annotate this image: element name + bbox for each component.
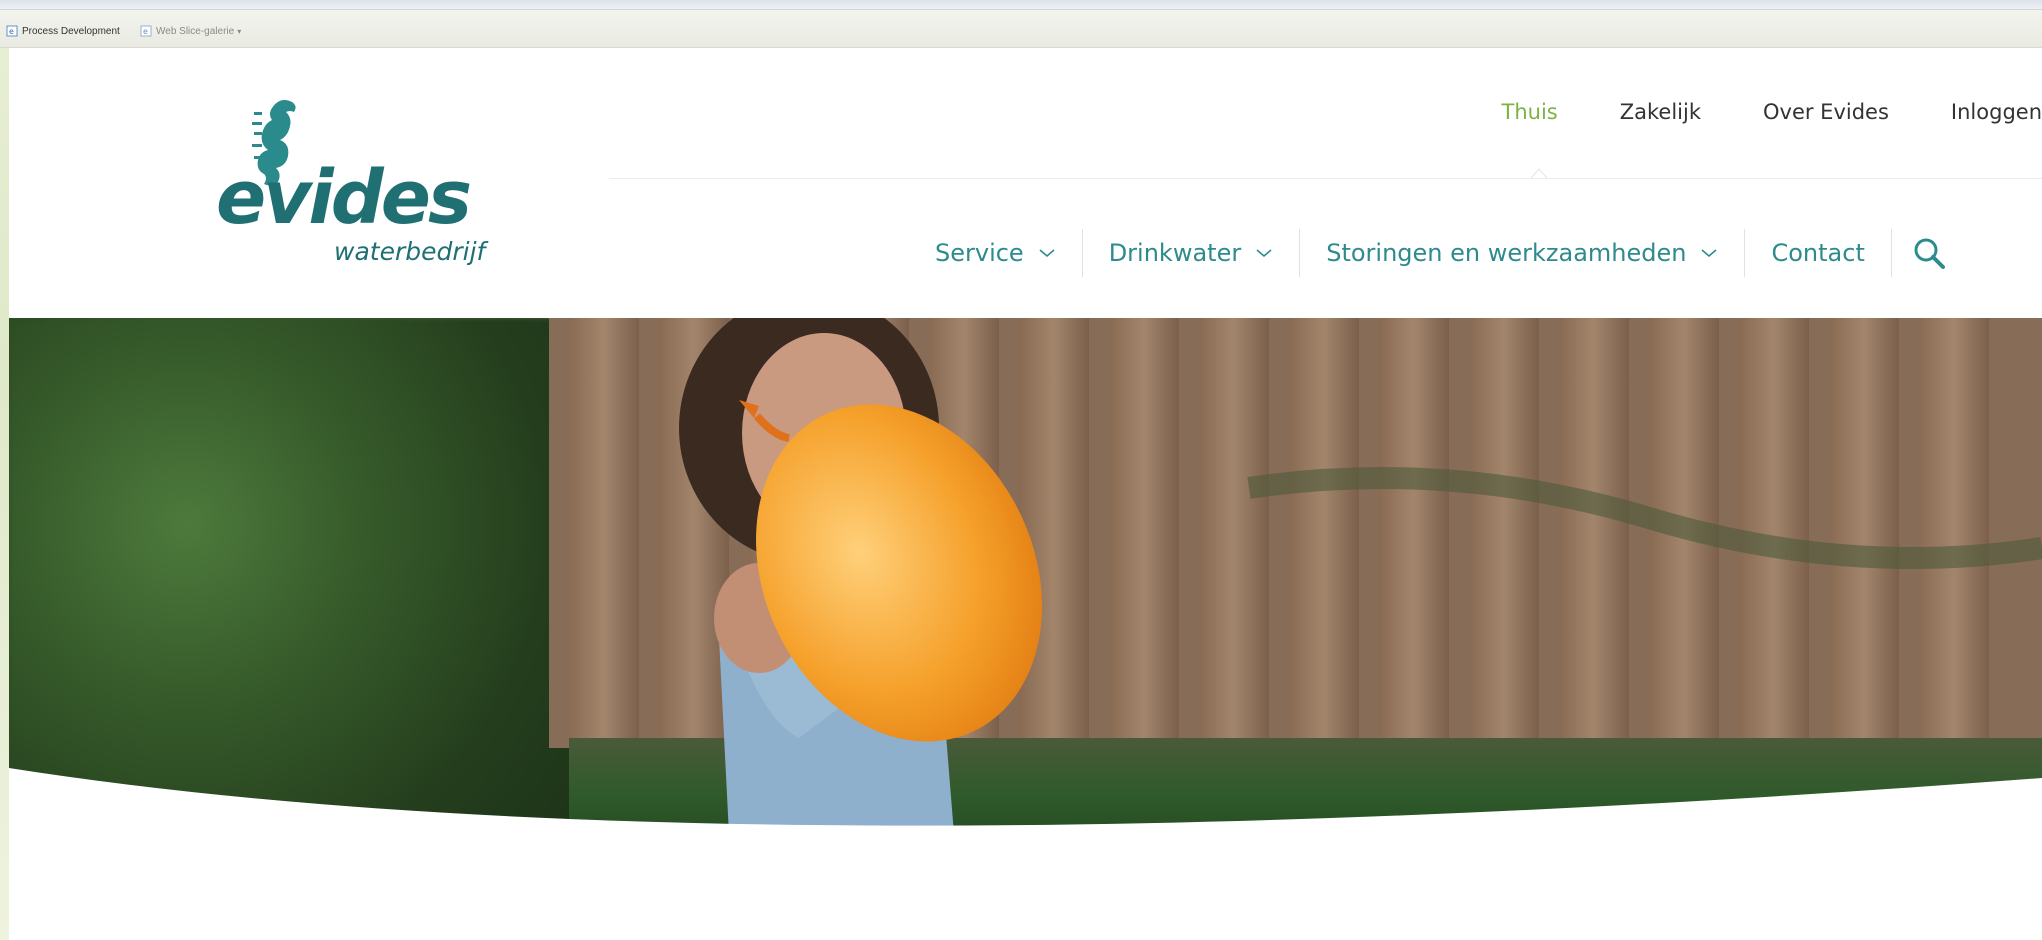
main-nav-label: Contact [1771,239,1865,267]
main-nav-storingen[interactable]: Storingen en werkzaamheden [1300,239,1744,267]
nav-separator [1890,229,1892,277]
ie-page-icon: e [6,25,18,37]
main-navigation: Service Drinkwater Storingen en werkzaam… [909,229,1946,277]
ie-page-icon: e [140,25,152,37]
svg-text:e: e [143,27,148,36]
dropdown-caret-icon: ▾ [237,26,242,36]
main-nav-contact[interactable]: Contact [1745,239,1890,267]
browser-toolbar-edge [0,0,2042,10]
active-indicator-icon [1530,168,1548,179]
logo-brand: evides [216,155,472,241]
top-nav-thuis[interactable]: Thuis [1502,100,1558,130]
top-nav-divider [609,178,2042,179]
chevron-down-icon [1256,249,1272,258]
favorite-label: Process Development [22,25,120,37]
main-nav-label: Storingen en werkzaamheden [1326,239,1687,267]
main-nav-label: Service [935,239,1024,267]
top-nav-zakelijk[interactable]: Zakelijk [1620,100,1701,130]
search-icon[interactable] [1912,236,1946,270]
svg-text:e: e [9,27,14,36]
favorite-label: Web Slice-galerie [156,25,235,37]
main-nav-label: Drinkwater [1108,239,1242,267]
logo-tagline: waterbedrijf [334,237,486,266]
top-navigation: Thuis Zakelijk Over Evides Inloggen [1502,100,2042,130]
desktop-edge [0,0,9,940]
evides-logo[interactable]: evides waterbedrijf [214,88,534,268]
top-nav-inloggen[interactable]: Inloggen [1951,100,2042,130]
top-nav-over-evides[interactable]: Over Evides [1763,100,1889,130]
browser-favorites-bar: e Process Development e Web Slice-galeri… [0,0,2042,48]
site-header: evides waterbedrijf Thuis Zakelijk Over … [9,48,2042,317]
chevron-down-icon [1701,249,1718,258]
chevron-down-icon [1039,249,1055,258]
main-nav-drinkwater[interactable]: Drinkwater [1083,239,1300,267]
favorite-process-development[interactable]: e Process Development [6,23,120,39]
main-nav-service[interactable]: Service [909,239,1082,267]
hero-wave-mask [9,768,2042,834]
page-content-area [9,834,2042,940]
favorite-web-slice-gallery[interactable]: e Web Slice-galerie ▾ [140,23,241,39]
hero-banner [9,318,2042,834]
